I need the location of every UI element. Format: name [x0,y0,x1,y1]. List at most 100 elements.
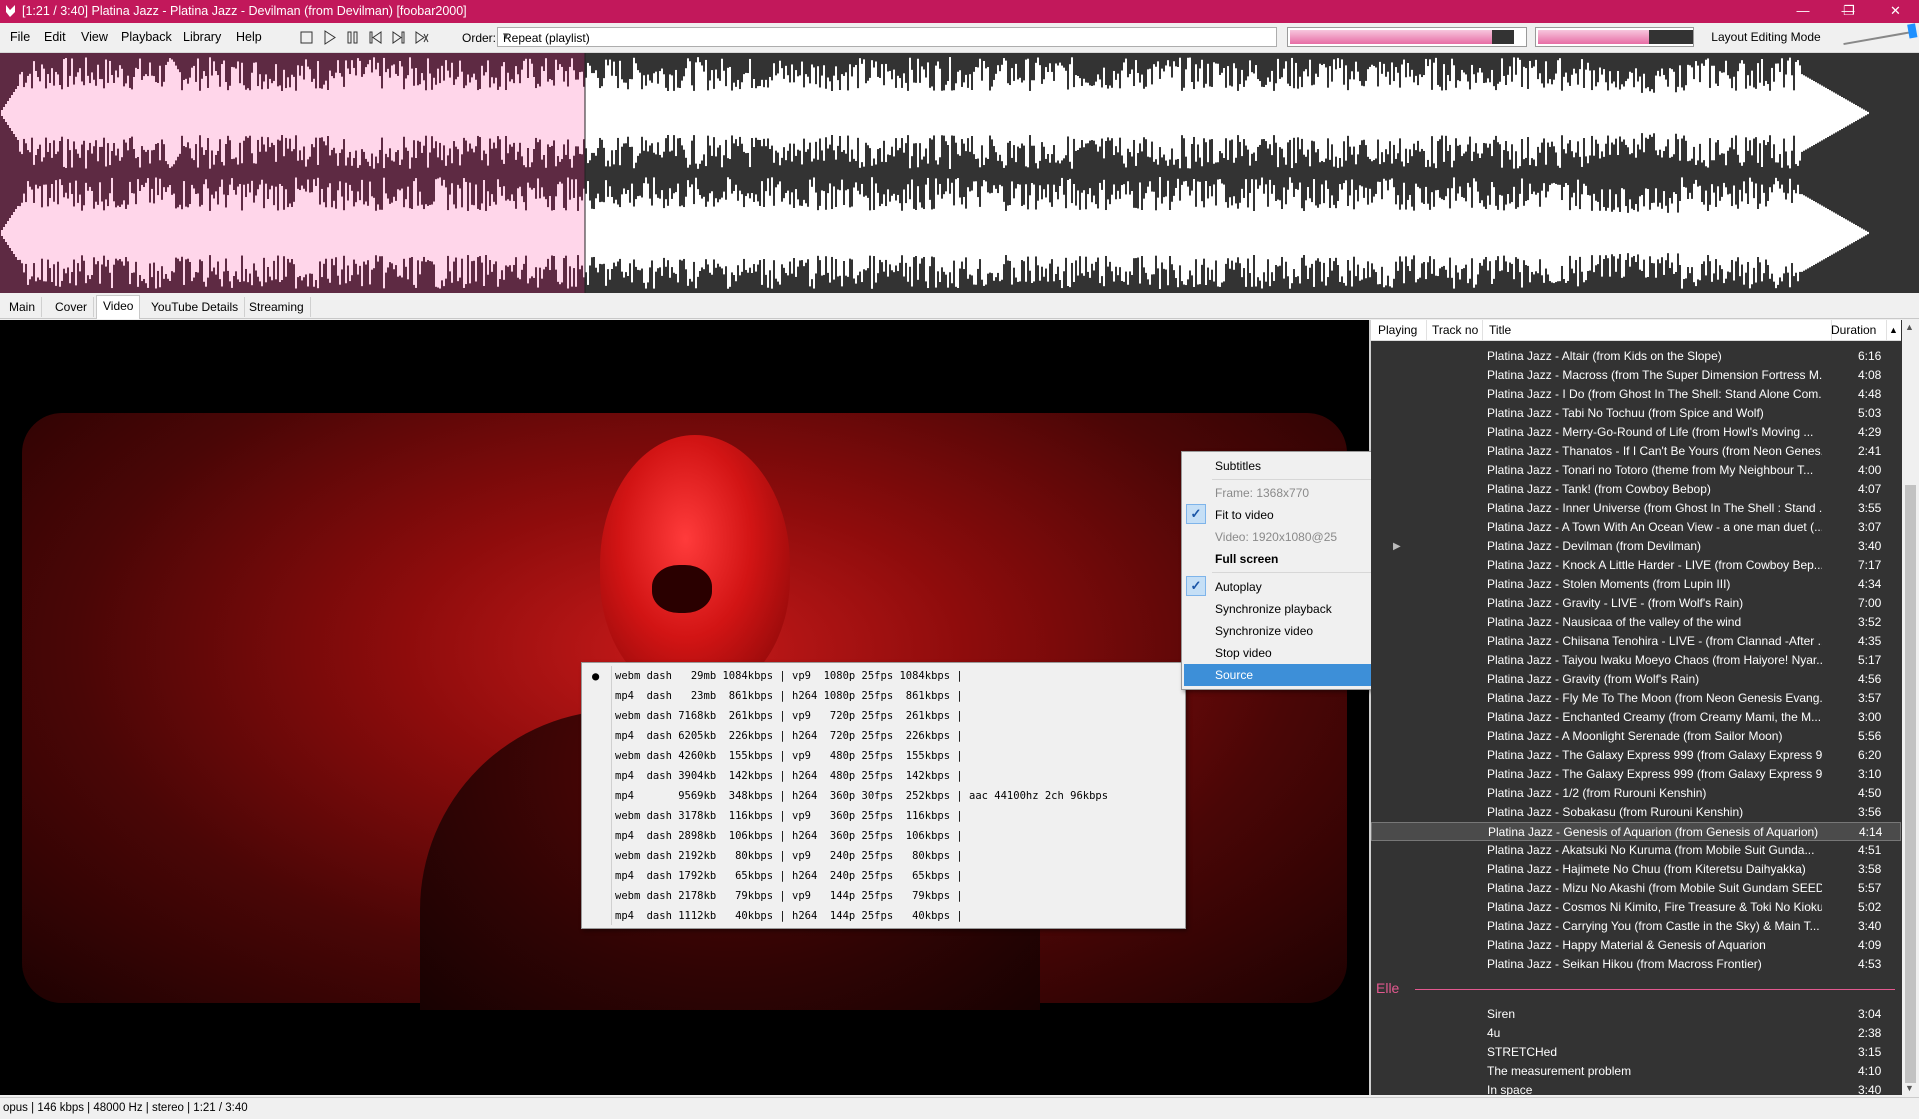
playlist-row[interactable]: Platina Jazz - Inner Universe (from Ghos… [1371,499,1901,518]
playlist-row[interactable]: Platina Jazz - Akatsuki No Kuruma (from … [1371,841,1901,860]
scroll-down-icon[interactable]: ▼ [1905,1083,1914,1093]
pause-icon[interactable] [343,28,362,47]
menu-item-sync-video[interactable]: Synchronize video [1215,624,1313,638]
playlist-row[interactable]: Platina Jazz - Stolen Moments (from Lupi… [1371,575,1901,594]
source-option[interactable]: webm dash 2192kb 80kbps | vp9 240p 25fps… [615,846,963,866]
menu-item-video-info: Video: 1920x1080@25 [1215,530,1338,544]
tab-streaming[interactable]: Streaming [243,297,311,317]
menu-item-sync-playback[interactable]: Synchronize playback [1215,602,1332,616]
menu-item-source[interactable]: Source [1215,668,1253,682]
menu-help[interactable]: Help [236,30,262,44]
next-icon[interactable] [389,28,408,47]
restore-button[interactable]: ❐ [1826,0,1872,23]
menu-view[interactable]: View [81,30,108,44]
playlist-row[interactable]: Platina Jazz - Taiyou Iwaku Moeyo Chaos … [1371,651,1901,670]
menu-item-autoplay[interactable]: Autoplay [1215,580,1262,594]
stop-icon[interactable] [297,28,316,47]
playlist-view[interactable]: Playing Track no Title Duration ▲ Platin… [1371,320,1919,1095]
tab-main[interactable]: Main [3,297,43,317]
layout-editing-mode-button[interactable]: Layout Editing Mode [1703,27,1829,47]
column-duration[interactable]: Duration [1831,323,1876,337]
playlist-row[interactable]: Platina Jazz - Gravity (from Wolf's Rain… [1371,670,1901,689]
playlist-row[interactable]: Platina Jazz - A Moonlight Serenade (fro… [1371,727,1901,746]
order-dropdown[interactable]: Repeat (playlist) ▾ [497,27,1277,47]
source-option[interactable]: mp4 9569kb 348kbps | h264 360p 30fps 252… [615,786,1108,806]
playlist-row[interactable]: Platina Jazz - Mizu No Akashi (from Mobi… [1371,879,1901,898]
seek-handle[interactable] [1492,30,1514,44]
source-option[interactable]: webm dash 29mb 1084kbps | vp9 1080p 25fp… [615,666,963,686]
track-duration: 5:17 [1858,653,1882,667]
column-track-no[interactable]: Track no [1432,323,1478,337]
video-figure-head [600,435,790,695]
menu-library[interactable]: Library [183,30,221,44]
playlist-row[interactable]: Platina Jazz - Fly Me To The Moon (from … [1371,689,1901,708]
scroll-up-icon[interactable]: ▲ [1905,322,1914,332]
playlist-row[interactable]: Platina Jazz - Tank! (from Cowboy Bebop)… [1371,480,1901,499]
playlist-row[interactable]: Platina Jazz - Macross (from The Super D… [1371,366,1901,385]
playlist-row[interactable]: The measurement problem 4:10 [1371,1062,1901,1081]
play-icon[interactable] [320,28,339,47]
source-option[interactable]: webm dash 4260kb 155kbps | vp9 480p 25fp… [615,746,963,766]
playlist-row[interactable]: Platina Jazz - Happy Material & Genesis … [1371,936,1901,955]
playlist-row[interactable]: Platina Jazz - I Do (from Ghost In The S… [1371,385,1901,404]
tab-cover[interactable]: Cover [49,297,95,317]
source-option[interactable]: webm dash 3178kb 116kbps | vp9 360p 25fp… [615,806,963,826]
playlist-row[interactable]: Platina Jazz - Seikan Hikou (from Macros… [1371,955,1901,974]
playlist-row[interactable]: Platina Jazz - A Town With An Ocean View… [1371,518,1901,537]
playlist-row[interactable]: Platina Jazz - Enchanted Creamy (from Cr… [1371,708,1901,727]
playlist-row[interactable]: Platina Jazz - Genesis of Aquarion (from… [1371,822,1901,841]
playlist-row[interactable]: Platina Jazz - Merry-Go-Round of Life (f… [1371,423,1901,442]
source-option[interactable]: mp4 dash 1112kb 40kbps | h264 144p 25fps… [615,906,963,926]
playlist-scrollbar[interactable]: ▲ ▼ [1902,320,1919,1095]
volume-bar[interactable] [1535,27,1694,47]
source-option[interactable]: mp4 dash 2898kb 106kbps | h264 360p 25fp… [615,826,963,846]
column-playing[interactable]: Playing [1378,323,1417,337]
source-option[interactable]: webm dash 7168kb 261kbps | vp9 720p 25fp… [615,706,963,726]
tab-video[interactable]: Video [96,295,141,319]
waveform-seekbar[interactable] [0,53,1919,293]
menu-item-fit-to-video[interactable]: Fit to video [1215,508,1274,522]
source-option[interactable]: mp4 dash 23mb 861kbps | h264 1080p 25fps… [615,686,963,706]
menu-item-full-screen[interactable]: Full screen [1215,552,1278,566]
menu-playback[interactable]: Playback [121,30,172,44]
playlist-row[interactable]: Platina Jazz - Altair (from Kids on the … [1371,347,1901,366]
menu-edit[interactable]: Edit [44,30,66,44]
playlist-row[interactable]: Platina Jazz - The Galaxy Express 999 (f… [1371,765,1901,784]
playlist-row[interactable]: In space 3:40 [1371,1081,1901,1095]
playlist-row[interactable]: Platina Jazz - Chiisana Tenohira - LIVE … [1371,632,1901,651]
source-option[interactable]: mp4 dash 1792kb 65kbps | h264 240p 25fps… [615,866,963,886]
close-button[interactable]: ✕ [1872,0,1919,23]
menu-file[interactable]: File [10,30,30,44]
playlist-row[interactable]: Platina Jazz - Carrying You (from Castle… [1371,917,1901,936]
tab-youtube-details[interactable]: YouTube Details [145,297,246,317]
minimize-button-glyph[interactable]: — [1780,0,1826,23]
volume-handle[interactable] [1649,30,1693,44]
playlist-row[interactable]: Siren 3:04 [1371,1005,1901,1024]
playlist-row[interactable]: Platina Jazz - Tonari no Totoro (theme f… [1371,461,1901,480]
playlist-row[interactable]: Platina Jazz - Gravity - LIVE - (from Wo… [1371,594,1901,613]
menu-item-stop-video[interactable]: Stop video [1215,646,1272,660]
scrollbar-thumb[interactable] [1905,485,1916,1083]
playlist-row[interactable]: Platina Jazz - Nausicaa of the valley of… [1371,613,1901,632]
source-option[interactable]: mp4 dash 6205kb 226kbps | h264 720p 25fp… [615,726,963,746]
playlist-row[interactable]: Platina Jazz - Tabi No Tochuu (from Spic… [1371,404,1901,423]
menu-item-subtitles[interactable]: Subtitles [1215,459,1261,473]
source-option[interactable]: mp4 dash 3904kb 142kbps | h264 480p 25fp… [615,766,963,786]
playlist-row[interactable]: Platina Jazz - Knock A Little Harder - L… [1371,556,1901,575]
playlist-row[interactable]: Platina Jazz - Cosmos Ni Kimito, Fire Tr… [1371,898,1901,917]
seek-bar[interactable] [1287,27,1527,47]
playlist-row[interactable]: Platina Jazz - Hajimete No Chuu (from Ki… [1371,860,1901,879]
playlist-row[interactable]: Platina Jazz - 1/2 (from Rurouni Kenshin… [1371,784,1901,803]
playlist-row[interactable]: STRETCHed 3:15 [1371,1043,1901,1062]
source-option[interactable]: webm dash 2178kb 79kbps | vp9 144p 25fps… [615,886,963,906]
column-title[interactable]: Title [1489,323,1511,337]
playlist-row[interactable]: Platina Jazz - Sobakasu (from Rurouni Ke… [1371,803,1901,822]
playlist-row[interactable]: Platina Jazz - Thanatos - If I Can't Be … [1371,442,1901,461]
previous-icon[interactable] [366,28,385,47]
layout-slider-handle[interactable] [1907,23,1918,39]
playlist-row[interactable]: Platina Jazz - The Galaxy Express 999 (f… [1371,746,1901,765]
random-icon[interactable] [412,28,431,47]
playlist-row[interactable]: Platina Jazz - Devilman (from Devilman) 3… [1371,537,1901,556]
playlist-row[interactable]: 4u 2:38 [1371,1024,1901,1043]
layout-slider[interactable] [1843,23,1918,46]
